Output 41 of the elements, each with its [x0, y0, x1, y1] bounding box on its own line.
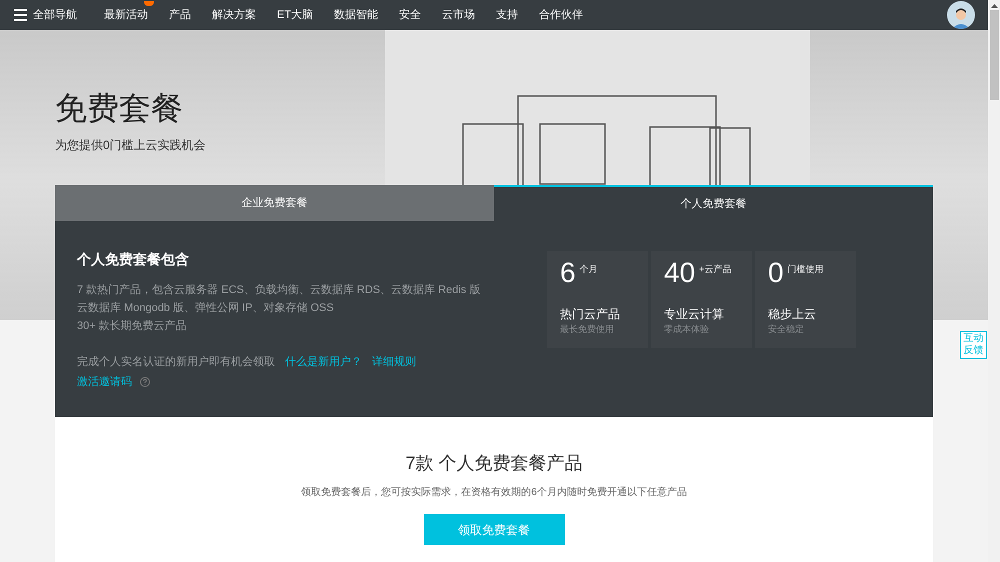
- nav-link[interactable]: 最新活动: [104, 6, 148, 24]
- stat-title: 专业云计算: [664, 306, 725, 323]
- activate-code-link[interactable]: 激活邀请码: [77, 374, 132, 390]
- page-title: 免费套餐: [55, 89, 184, 128]
- feature-text: 7 款热门产品，包含云服务器 ECS、负载均衡、云数据库 RDS、云数据库 Redis 版: [77, 282, 482, 298]
- nav-link[interactable]: 数据智能: [334, 6, 378, 24]
- stat-title: 热门云产品: [560, 306, 621, 323]
- nav-link[interactable]: 支持: [496, 6, 518, 24]
- products-description: 领取免费套餐后，您可按实际需求，在资格有效期的6个月内随时免费开通以下任意产品: [301, 486, 687, 500]
- stat-title: 稳步上云: [768, 306, 817, 323]
- scroll-up-icon[interactable]: [990, 4, 998, 8]
- nav-link[interactable]: ET大脑: [277, 6, 314, 24]
- stat-unit: +云产品: [699, 263, 732, 276]
- stat-caption: 零成本体验: [664, 323, 710, 336]
- panel-heading: 个人免费套餐包含: [77, 250, 190, 269]
- nav-link[interactable]: 产品: [169, 6, 191, 24]
- eligibility-note: 完成个人实名认证的新用户即有机会领取: [77, 354, 275, 370]
- nav-link[interactable]: 安全: [399, 6, 422, 24]
- page-subtitle: 为您提供0门槛上云实践机会: [55, 137, 207, 154]
- stat-number: 0: [768, 257, 784, 289]
- feature-text: 云数据库 Mongodb 版、弹性公网 IP、对象存储 OSS: [77, 300, 335, 316]
- feature-text: 30+ 款长期免费云产品: [77, 318, 188, 334]
- products-heading: 7款 个人免费套餐产品: [405, 452, 582, 475]
- help-icon[interactable]: [140, 376, 150, 387]
- menu-icon[interactable]: [14, 9, 27, 21]
- stat-number: 40: [664, 257, 696, 289]
- nav-link[interactable]: 解决方案: [212, 6, 256, 24]
- stat-caption: 安全稳定: [768, 323, 805, 336]
- nav-link[interactable]: 云市场: [442, 6, 476, 24]
- nav-link[interactable]: 全部导航: [33, 6, 77, 24]
- stat-unit: 个月: [580, 263, 598, 276]
- avatar-icon[interactable]: [947, 1, 975, 29]
- stat-caption: 最长免费使用: [560, 323, 615, 336]
- nav-link[interactable]: 合作伙伴: [539, 6, 584, 24]
- plan-tab[interactable]: 企业免费套餐: [55, 185, 494, 221]
- info-link[interactable]: 什么是新用户？: [285, 354, 362, 370]
- info-link[interactable]: 详细规则: [372, 354, 416, 370]
- plan-tab[interactable]: 个人免费套餐: [494, 185, 933, 221]
- stat-number: 6: [560, 257, 576, 289]
- scrollbar-thumb[interactable]: [990, 10, 998, 100]
- stat-unit: 门槛使用: [788, 263, 824, 276]
